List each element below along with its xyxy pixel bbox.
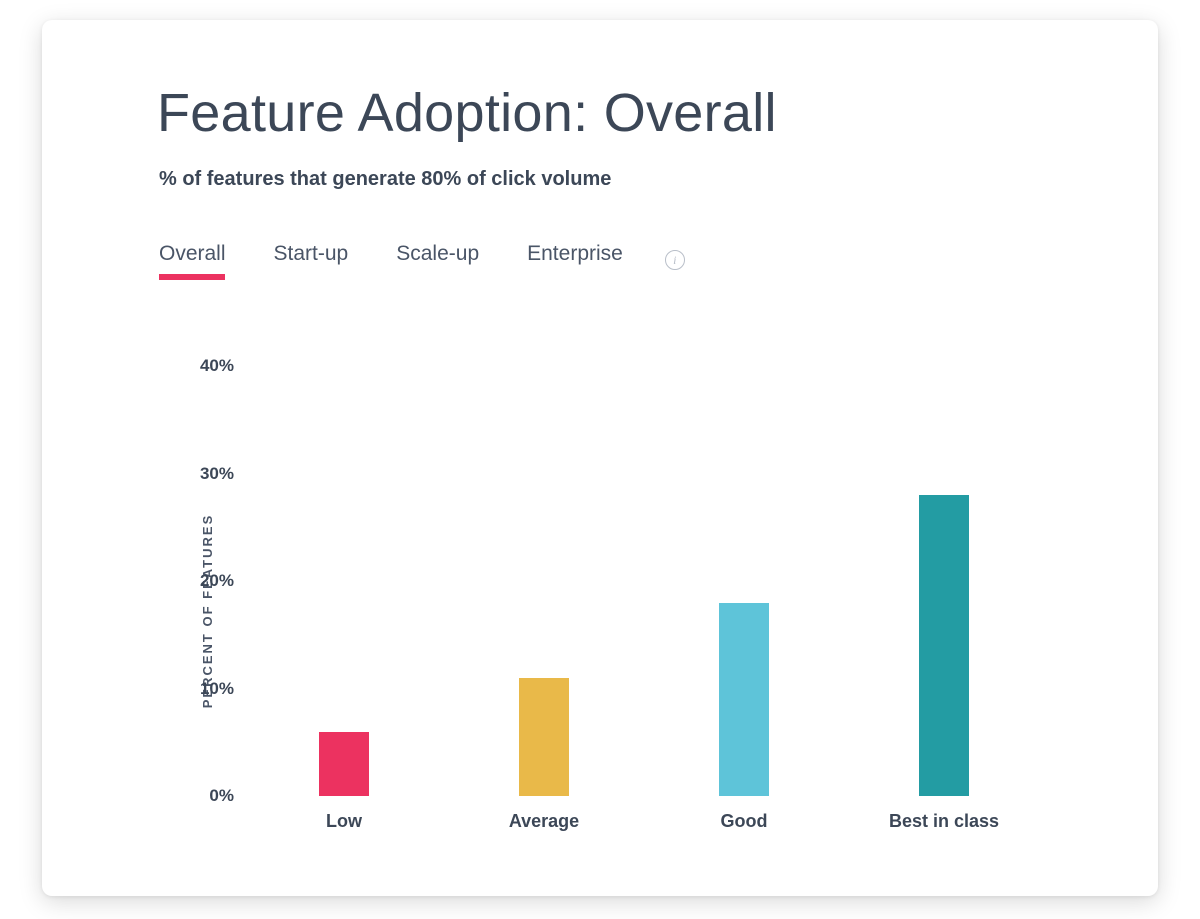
y-tick: 10% [174,679,234,699]
bar [719,603,769,797]
tab-enterprise[interactable]: Enterprise [527,242,623,278]
bar-slot: Average [444,366,644,796]
category-label: Good [721,811,768,832]
category-label: Best in class [889,811,999,832]
page-title: Feature Adoption: Overall [157,82,777,144]
page-subtitle: % of features that generate 80% of click… [159,168,611,191]
plot-area: 0%10%20%30%40% LowAverageGoodBest in cla… [244,366,1044,796]
category-label: Low [326,811,362,832]
info-icon[interactable]: i [665,250,685,270]
chart-area: PERCENT OF FEATURES 0%10%20%30%40% LowAv… [114,366,1074,856]
tab-scale-up[interactable]: Scale-up [396,242,479,278]
chart-card: Feature Adoption: Overall % of features … [42,20,1158,896]
tab-bar: Overall Start-up Scale-up Enterprise i [159,242,685,278]
category-label: Average [509,811,579,832]
bar [319,732,369,797]
bar-slot: Good [644,366,844,796]
bar-slot: Low [244,366,444,796]
y-tick: 0% [174,786,234,806]
tab-start-up[interactable]: Start-up [274,242,349,278]
bar [919,495,969,796]
bars-row: LowAverageGoodBest in class [244,366,1044,796]
y-tick: 20% [174,571,234,591]
y-tick: 40% [174,356,234,376]
bar [519,678,569,796]
y-tick: 30% [174,464,234,484]
tab-overall[interactable]: Overall [159,242,226,278]
bar-slot: Best in class [844,366,1044,796]
